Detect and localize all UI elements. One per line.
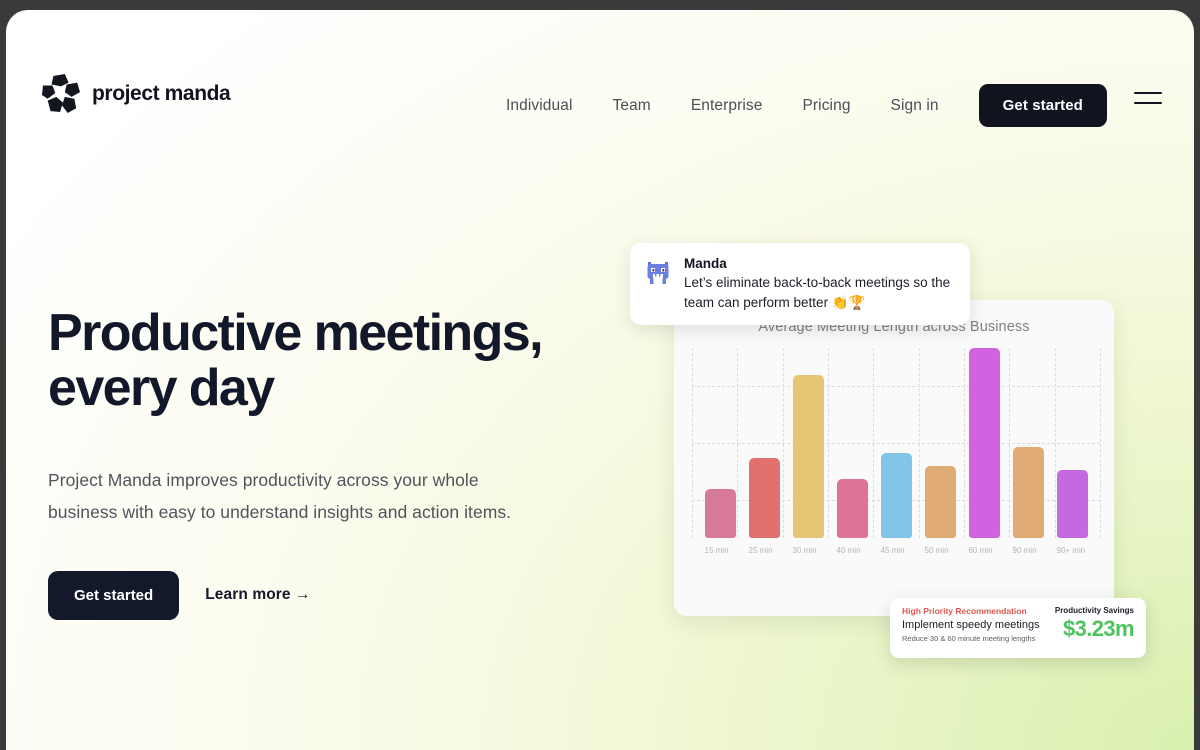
productivity-savings-value: $3.23m xyxy=(1062,616,1135,641)
main-navigation: Individual Team Enterprise Pricing Sign … xyxy=(486,84,1107,127)
hamburger-menu-icon[interactable] xyxy=(1134,88,1162,108)
recommendation-right: Productivity Savings $3.23m xyxy=(1054,606,1135,650)
recommendation-subtitle: Reduce 30 & 60 minute meeting lengths xyxy=(902,634,1036,643)
chart-bar xyxy=(792,374,824,538)
chart-bar xyxy=(704,488,736,538)
hero-learn-more-link[interactable]: Learn more → xyxy=(205,586,310,604)
chart-x-label-slot: 60 min xyxy=(969,540,1000,584)
chat-body: Manda Let’s eliminate back-to-back meeti… xyxy=(684,256,956,312)
chart-gridline-vertical xyxy=(1100,348,1101,538)
page-frame: project manda Individual Team Enterprise… xyxy=(6,10,1194,750)
recommendation-left: High Priority Recommendation Implement s… xyxy=(902,606,1040,650)
meeting-length-chart-card: Average Meeting Length across Business 1… xyxy=(674,300,1114,616)
chart-x-label: 25 min xyxy=(748,546,773,555)
hamburger-line xyxy=(1134,92,1162,95)
chart-bar xyxy=(1012,446,1044,538)
chart-x-label: 15 min xyxy=(704,546,729,555)
brand-logo[interactable]: project manda xyxy=(42,74,231,114)
recommendation-title: Implement speedy meetings xyxy=(902,619,1040,631)
manda-chat-card: Manda Let’s eliminate back-to-back meeti… xyxy=(630,243,970,326)
chart-bar xyxy=(1056,469,1088,538)
chart-x-label: 60 min xyxy=(968,546,993,555)
hero-get-started-button[interactable]: Get started xyxy=(48,570,180,620)
chart-x-label-slot: 90+ min xyxy=(1057,540,1088,584)
chart-bars xyxy=(692,348,1100,538)
manda-logo-icon xyxy=(42,74,80,113)
chart-x-axis-labels: 15 min 25 min 30 min 40 min 45 min 50 min 60 m… xyxy=(692,540,1100,584)
nav-link-pricing[interactable]: Pricing xyxy=(782,91,870,121)
chart-bar xyxy=(880,452,912,538)
chart-plot-area xyxy=(692,348,1101,538)
chat-message-text: Let’s eliminate back-to-back meetings so… xyxy=(684,275,951,310)
chart-x-label: 30 min xyxy=(792,546,817,555)
chart-x-label-slot: 40 min xyxy=(837,540,868,584)
chart-x-label-slot: 50 min xyxy=(925,540,956,584)
hero-title-line-2: every day xyxy=(48,359,275,418)
nav-link-enterprise[interactable]: Enterprise xyxy=(671,91,783,121)
chat-sender-name: Manda xyxy=(684,256,727,271)
chart-x-label-slot: 15 min xyxy=(705,540,736,584)
chart-x-label-slot: 90 min xyxy=(1013,540,1044,584)
nav-link-team[interactable]: Team xyxy=(593,91,671,121)
hero-title-line-1: Productive meetings, xyxy=(48,304,544,362)
chart-bar xyxy=(748,458,780,538)
brand-name: project manda xyxy=(92,82,231,105)
chart-x-label-slot: 30 min xyxy=(793,540,824,584)
recommendation-card[interactable]: High Priority Recommendation Implement s… xyxy=(890,598,1146,658)
header-get-started-button[interactable]: Get started xyxy=(978,84,1107,127)
hero-section: Productive meetings, every day Project M… xyxy=(48,304,628,620)
site-header: project manda Individual Team Enterprise… xyxy=(6,10,1194,130)
chart-x-label: 90+ min xyxy=(1056,546,1086,555)
chart-x-label: 50 min xyxy=(924,546,949,555)
manda-monster-avatar xyxy=(647,262,669,284)
chart-bar xyxy=(968,348,1000,538)
productivity-savings-label: Productivity Savings xyxy=(1054,606,1134,615)
hero-subtitle: Project Manda improves productivity acro… xyxy=(48,470,512,523)
chart-bar xyxy=(836,479,868,538)
nav-link-individual[interactable]: Individual xyxy=(486,91,593,121)
nav-link-sign-in[interactable]: Sign in xyxy=(871,91,959,121)
hero-title: Productive meetings, every day xyxy=(48,304,628,418)
chart-bar xyxy=(924,465,956,538)
chart-x-label: 90 min xyxy=(1012,546,1037,555)
chart-x-label-slot: 45 min xyxy=(881,540,912,584)
chart-x-label: 40 min xyxy=(836,546,861,555)
hamburger-line xyxy=(1134,101,1162,104)
recommendation-priority-tag: High Priority Recommendation xyxy=(902,606,1027,616)
chart-x-label: 45 min xyxy=(880,546,905,555)
hero-actions: Get started Learn more → xyxy=(48,570,628,620)
chart-x-label-slot: 25 min xyxy=(749,540,780,584)
